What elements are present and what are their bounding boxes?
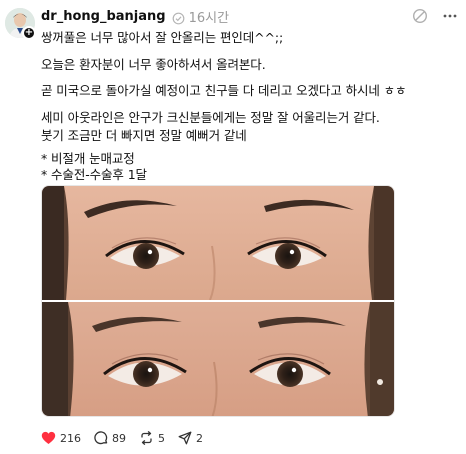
comment-icon	[94, 431, 108, 445]
post-text-line-5: 붓기 조금만 더 빠지면 정말 예뻐거 같네	[41, 128, 247, 143]
post-actions: 216 89 5 2	[41, 431, 216, 445]
verified-icon	[172, 10, 185, 24]
share-icon	[178, 431, 192, 445]
post-text-line-7: * 수술전-수술후 1달	[41, 167, 147, 182]
share-button[interactable]: 2	[178, 431, 203, 445]
follow-plus-icon[interactable]: +	[22, 26, 36, 40]
username[interactable]: dr_hong_banjang	[41, 9, 166, 24]
post-text-line-2: 오늘은 환자분이 너무 좋아하셔서 올려본다.	[41, 57, 266, 72]
like-button[interactable]: 216	[41, 431, 81, 445]
comment-count: 89	[112, 431, 126, 445]
share-count: 2	[196, 431, 203, 445]
heart-icon	[41, 431, 56, 444]
comment-button[interactable]: 89	[94, 431, 126, 445]
like-count: 216	[60, 431, 81, 445]
repost-count: 5	[158, 431, 165, 445]
post-text-line-3: 곧 미국으로 돌아가실 예정이고 친구들 다 데리고 오겠다고 하시네 ㅎㅎ	[41, 83, 407, 98]
post-time[interactable]: 16시간	[189, 7, 229, 26]
post-header: dr_hong_banjang 16시간	[41, 6, 458, 26]
mute-icon[interactable]	[412, 8, 428, 24]
avatar-container[interactable]: +	[5, 8, 36, 40]
post-text-line-1: 쌍꺼풀은 너무 많아서 잘 안올리는 편인데^^;;	[41, 30, 284, 45]
more-icon[interactable]	[442, 8, 458, 24]
repost-icon	[141, 431, 152, 445]
repost-button[interactable]: 5	[139, 431, 165, 445]
post-text-line-4: 세미 아웃라인은 안구가 크신분들에게는 정말 잘 어울리는거 같다.	[41, 110, 380, 125]
post-image[interactable]	[41, 185, 395, 417]
